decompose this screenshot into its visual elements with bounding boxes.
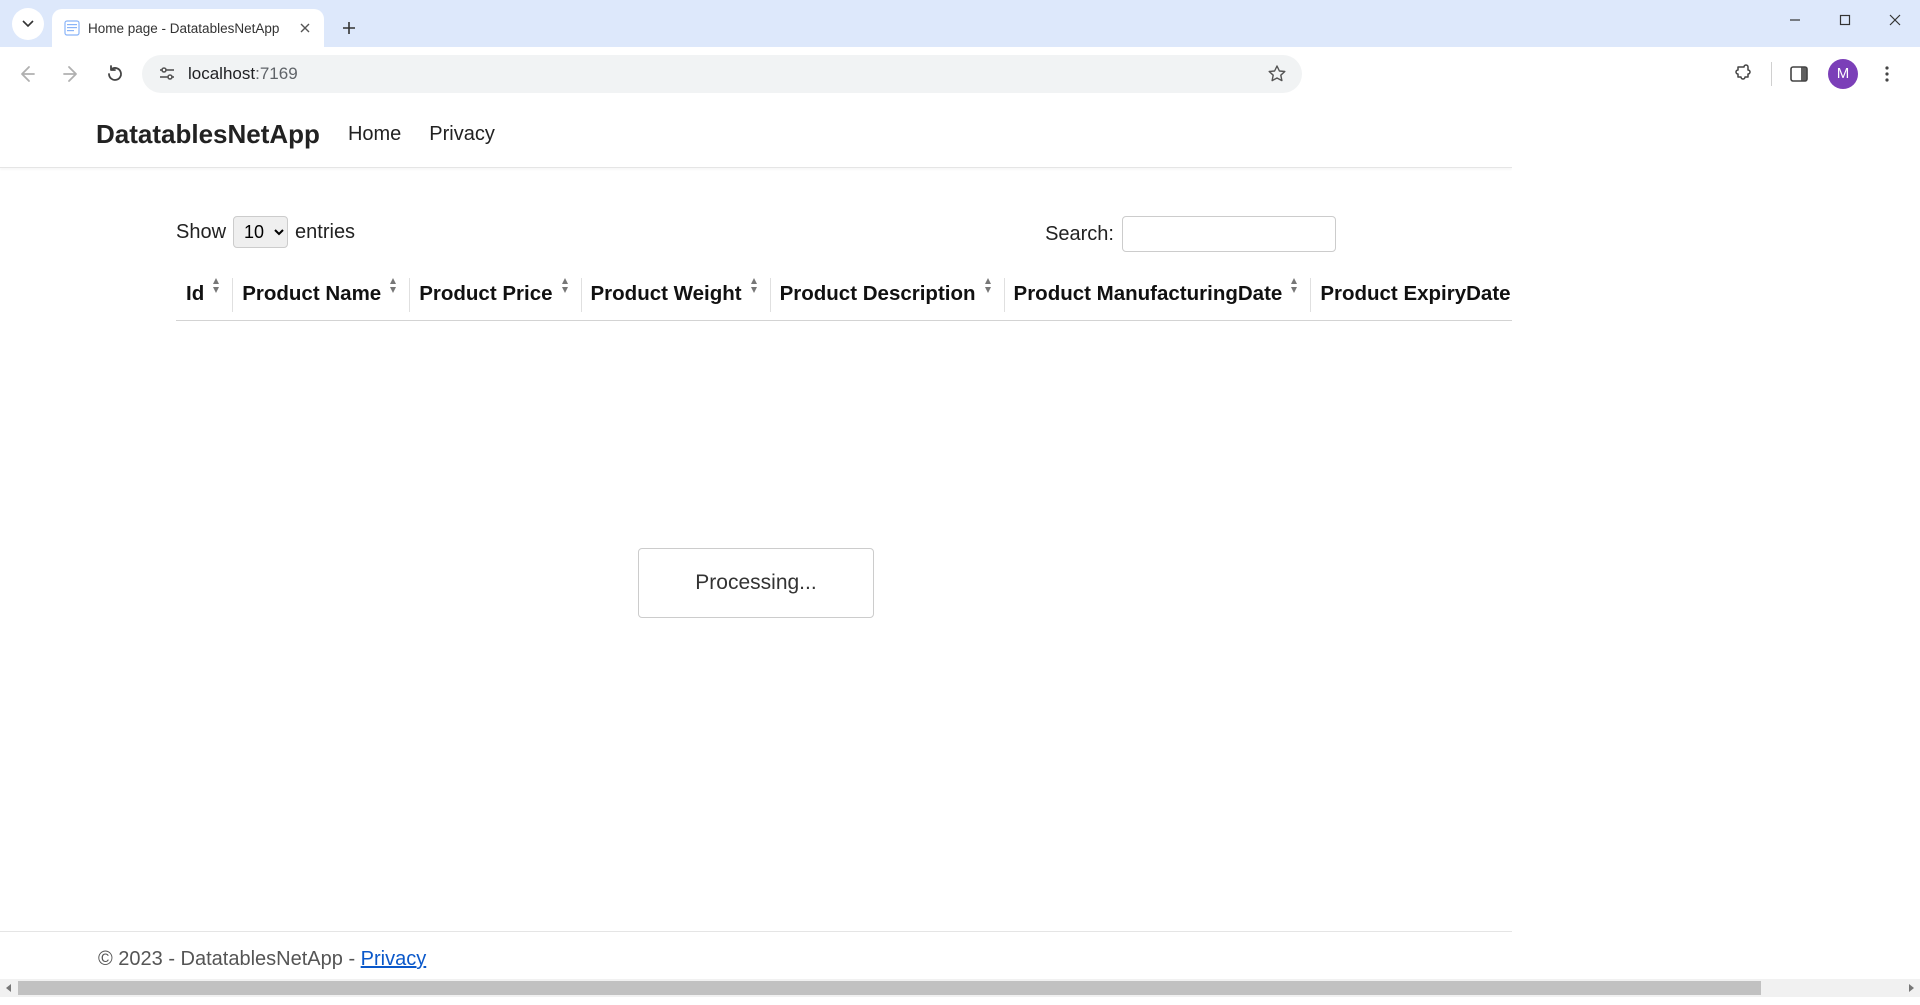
scroll-left-button[interactable] — [0, 979, 18, 997]
scroll-track[interactable] — [18, 979, 1902, 997]
reload-icon — [105, 64, 125, 84]
browser-toolbar: localhost:7169 M — [0, 47, 1920, 101]
datatable-header-row: Id Product Name Product Price Product We… — [176, 270, 1512, 321]
length-select[interactable]: 10 — [233, 216, 288, 248]
sort-icon — [387, 278, 403, 296]
search-label: Search: — [1045, 223, 1114, 246]
bookmark-button[interactable] — [1266, 63, 1288, 85]
minimize-icon — [1789, 14, 1801, 26]
sort-icon — [1288, 278, 1304, 296]
site-info-button[interactable] — [156, 63, 178, 85]
length-prefix: Show — [176, 221, 226, 244]
col-product-manufacturing-date[interactable]: Product ManufacturingDate — [1004, 270, 1311, 321]
col-label: Product ExpiryDate — [1320, 282, 1510, 305]
col-label: Product ManufacturingDate — [1014, 282, 1283, 305]
profile-button[interactable]: M — [1826, 57, 1860, 91]
tune-icon — [158, 65, 176, 83]
search-input[interactable] — [1122, 216, 1336, 252]
nav-link-privacy[interactable]: Privacy — [429, 123, 495, 146]
sidepanel-button[interactable] — [1782, 57, 1816, 91]
col-label: Product Name — [242, 282, 381, 305]
toolbar-right: M — [1727, 57, 1910, 91]
col-product-price[interactable]: Product Price — [409, 270, 580, 321]
maximize-icon — [1839, 14, 1851, 26]
kebab-icon — [1878, 65, 1896, 83]
extensions-button[interactable] — [1727, 57, 1761, 91]
col-label: Id — [186, 282, 204, 305]
url-rest: :7169 — [255, 64, 298, 83]
sort-icon — [748, 278, 764, 296]
brand[interactable]: DatatablesNetApp — [96, 119, 320, 150]
col-product-description[interactable]: Product Description — [770, 270, 1004, 321]
col-id[interactable]: Id — [176, 270, 232, 321]
tab-close-button[interactable] — [296, 19, 314, 37]
caret-left-icon — [5, 984, 13, 992]
datatable-search: Search: — [1045, 216, 1336, 252]
browser-tab-strip: Home page - DatatablesNetApp — [0, 0, 1920, 47]
col-label: Product Price — [419, 282, 552, 305]
window-controls — [1770, 0, 1920, 47]
sort-icon — [982, 278, 998, 296]
browser-tab-active[interactable]: Home page - DatatablesNetApp — [52, 9, 324, 47]
col-product-name[interactable]: Product Name — [232, 270, 409, 321]
scroll-thumb[interactable] — [18, 981, 1761, 995]
sort-icon — [210, 278, 226, 296]
col-product-expiry-date[interactable]: Product ExpiryDate — [1310, 270, 1512, 321]
toolbar-separator — [1771, 62, 1772, 86]
tab-search-button[interactable] — [12, 8, 44, 40]
tab-favicon-icon — [64, 20, 80, 36]
horizontal-scrollbar[interactable] — [0, 979, 1920, 997]
avatar: M — [1828, 59, 1858, 89]
star-icon — [1267, 64, 1287, 84]
caret-right-icon — [1907, 984, 1915, 992]
sidepanel-icon — [1789, 64, 1809, 84]
datatable-head: Id Product Name Product Price Product We… — [176, 270, 1512, 321]
nav-link-home[interactable]: Home — [348, 123, 401, 146]
footer-copyright: © 2023 - DatatablesNetApp - — [98, 948, 361, 970]
length-suffix: entries — [295, 221, 355, 244]
close-icon — [300, 23, 310, 33]
window-close-button[interactable] — [1870, 0, 1920, 40]
avatar-initial: M — [1837, 65, 1850, 82]
col-label: Product Description — [780, 282, 976, 305]
close-icon — [1889, 14, 1901, 26]
datatable-wrapper: Id Product Name Product Price Product We… — [176, 270, 1336, 321]
processing-text: Processing... — [695, 571, 816, 594]
tab-title: Home page - DatatablesNetApp — [88, 21, 288, 36]
new-tab-button[interactable] — [334, 13, 364, 43]
datatable-processing: Processing... — [638, 548, 874, 618]
window-minimize-button[interactable] — [1770, 0, 1820, 40]
datatable: Id Product Name Product Price Product We… — [176, 270, 1512, 321]
arrow-right-icon — [61, 64, 81, 84]
page: DatatablesNetApp Home Privacy Show 10 en… — [0, 101, 1512, 997]
scroll-right-button[interactable] — [1902, 979, 1920, 997]
footer-privacy-link[interactable]: Privacy — [361, 948, 427, 970]
main-content: Show 10 entries Search: Id Product Name … — [0, 168, 1512, 321]
puzzle-icon — [1734, 64, 1754, 84]
chrome-menu-button[interactable] — [1870, 57, 1904, 91]
page-viewport: DatatablesNetApp Home Privacy Show 10 en… — [0, 101, 1920, 997]
plus-icon — [342, 21, 356, 35]
address-bar[interactable]: localhost:7169 — [142, 55, 1302, 93]
site-navbar: DatatablesNetApp Home Privacy — [0, 101, 1512, 168]
nav-reload-button[interactable] — [98, 57, 132, 91]
arrow-left-icon — [17, 64, 37, 84]
sort-icon — [559, 278, 575, 296]
chevron-down-icon — [21, 17, 35, 31]
nav-back-button[interactable] — [10, 57, 44, 91]
nav-forward-button[interactable] — [54, 57, 88, 91]
window-maximize-button[interactable] — [1820, 0, 1870, 40]
url-host: localhost — [188, 64, 255, 83]
url-text: localhost:7169 — [188, 64, 1256, 84]
col-product-weight[interactable]: Product Weight — [581, 270, 770, 321]
site-footer: © 2023 - DatatablesNetApp - Privacy — [0, 931, 1512, 971]
col-label: Product Weight — [591, 282, 742, 305]
